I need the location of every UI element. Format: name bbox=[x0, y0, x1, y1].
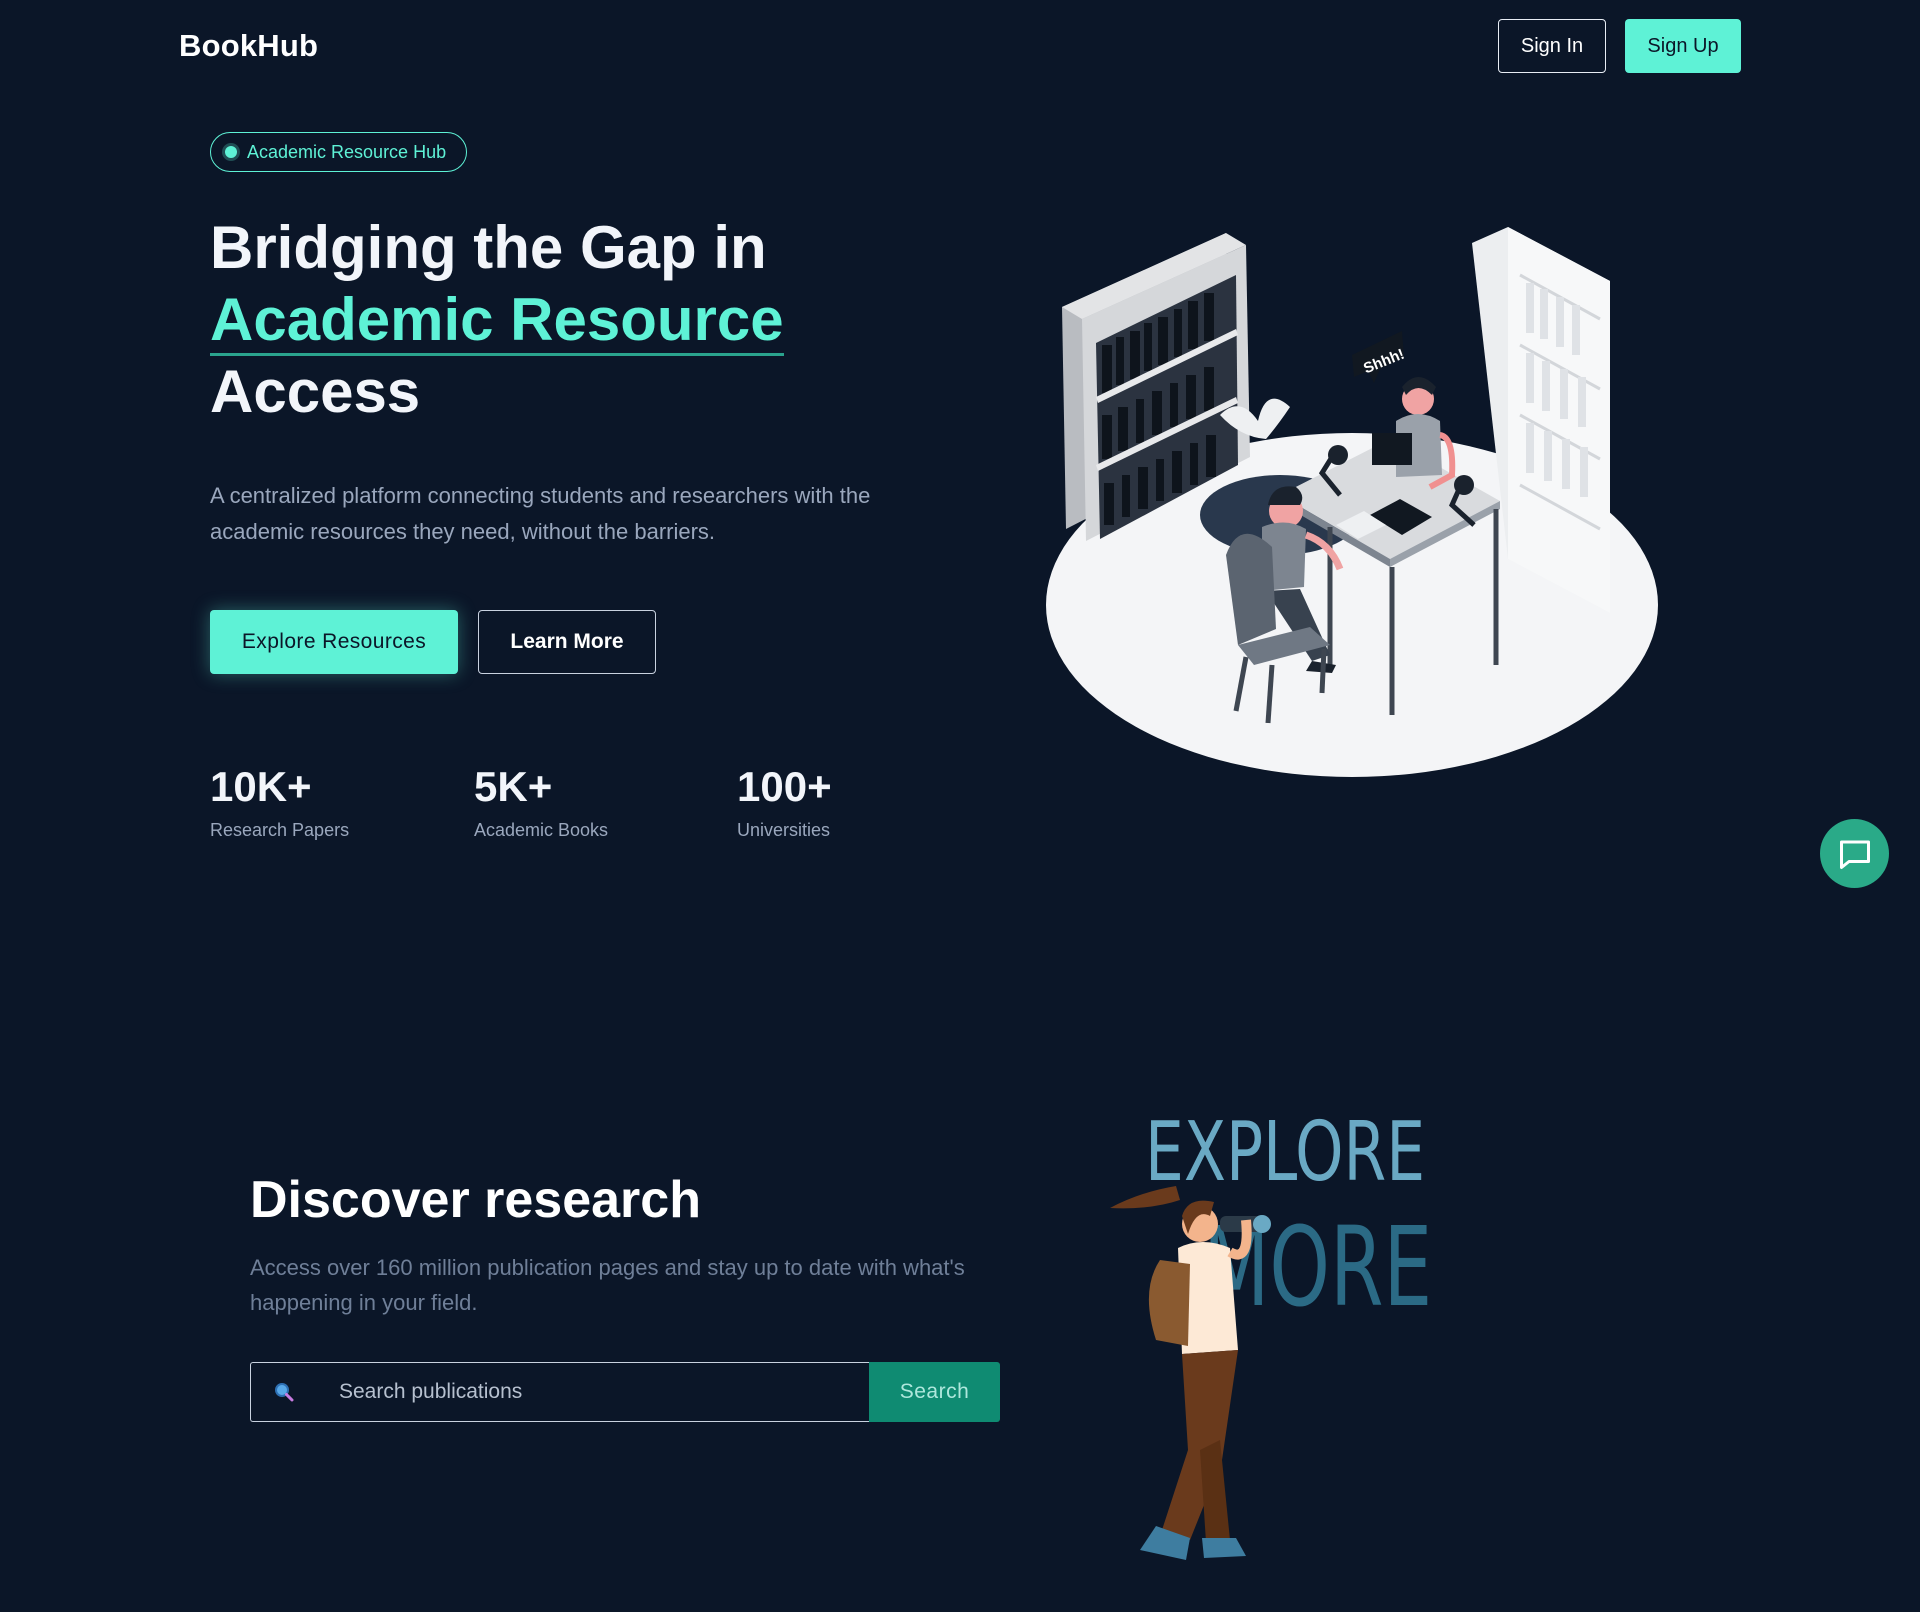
sign-in-button[interactable]: Sign In bbox=[1498, 19, 1606, 73]
hero-title-accent: Academic Resource bbox=[210, 287, 784, 356]
chat-bubble-icon bbox=[1839, 840, 1870, 869]
explore-resources-button[interactable]: Explore Resources bbox=[210, 610, 458, 674]
stat-label: Universities bbox=[737, 820, 831, 840]
stat-value: 5K+ bbox=[474, 763, 553, 810]
hero-badge: Academic Resource Hub bbox=[210, 132, 468, 172]
discover-title: Discover research bbox=[250, 1171, 701, 1229]
sign-up-button[interactable]: Sign Up bbox=[1625, 19, 1741, 73]
search-button[interactable]: Search bbox=[869, 1362, 1000, 1422]
learn-more-button[interactable]: Learn More bbox=[478, 610, 656, 674]
hero-subtitle: A centralized platform connecting studen… bbox=[210, 483, 871, 544]
search-bar: Search bbox=[250, 1362, 1000, 1422]
search-icon bbox=[275, 1383, 294, 1402]
discover-subtitle: Access over 160 million publication page… bbox=[250, 1255, 965, 1315]
library-illustration: Shhh! bbox=[1046, 227, 1658, 777]
chat-button[interactable] bbox=[1820, 819, 1889, 888]
stat-universities: 100+ Universities bbox=[737, 762, 832, 841]
stat-label: Academic Books bbox=[474, 820, 609, 840]
badge-dot-icon bbox=[225, 146, 237, 158]
page: BookHub Sign In Sign Up Academic Resourc… bbox=[0, 0, 1920, 1612]
hero-title-line3: Access bbox=[210, 358, 421, 425]
stat-academic-books: 5K+ Academic Books bbox=[474, 762, 608, 841]
hero-title-line1: Bridging the Gap in bbox=[210, 214, 767, 281]
search-input[interactable] bbox=[339, 1363, 869, 1421]
stat-value: 100+ bbox=[737, 763, 832, 810]
site-logo[interactable]: BookHub bbox=[179, 28, 318, 64]
search-box[interactable] bbox=[250, 1362, 869, 1422]
badge-label: Academic Resource Hub bbox=[247, 141, 447, 162]
stat-value: 10K+ bbox=[210, 763, 312, 810]
explore-more-illustration: EXPLORE MORE bbox=[1110, 1105, 1432, 1560]
stat-research-papers: 10K+ Research Papers bbox=[210, 762, 349, 841]
stat-label: Research Papers bbox=[210, 820, 350, 840]
explore-word-text: EXPLORE bbox=[1145, 1105, 1425, 1200]
hero-title: Bridging the Gap in Academic Resource Ac… bbox=[210, 212, 910, 428]
